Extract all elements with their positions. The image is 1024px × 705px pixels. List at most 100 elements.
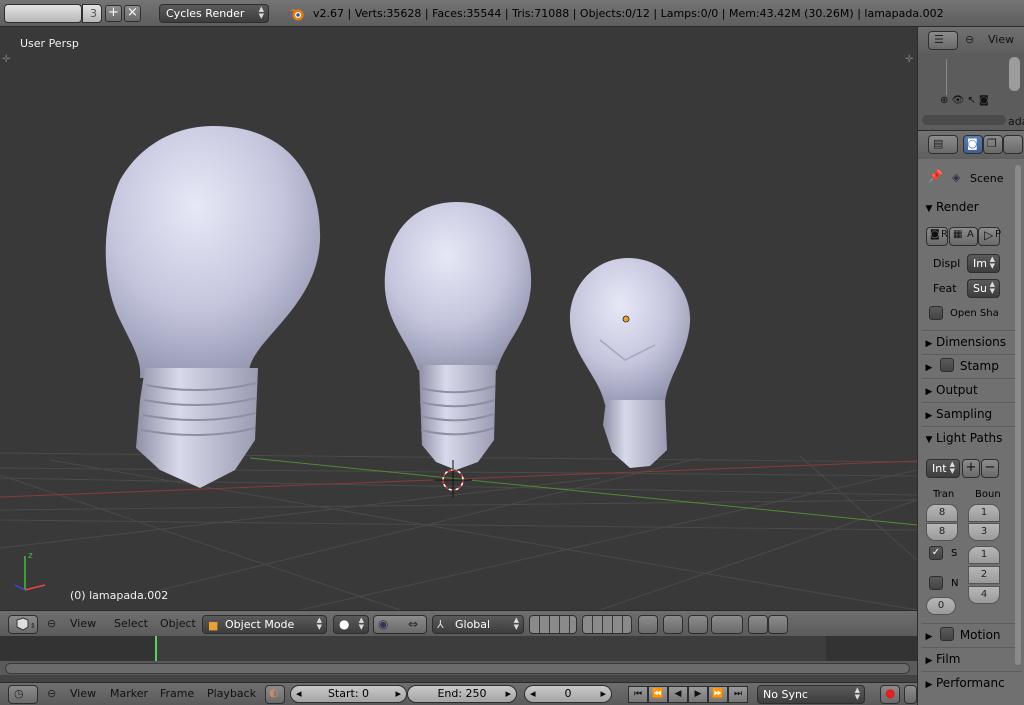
render-animation-button[interactable]: ▦ A	[949, 227, 978, 246]
render-engine-dropdown[interactable]: Cycles Render ▲ ▼	[159, 4, 269, 23]
object-mode-dropdown[interactable]: ■ Object Mode ▲ ▼	[202, 615, 327, 634]
light-paths-panel-header[interactable]: ▼ Light Paths	[922, 427, 1022, 449]
pivot-point-dropdown[interactable]: ◉ ⇔	[373, 615, 427, 634]
outliner-editor-type-button[interactable]: ☰	[928, 31, 958, 50]
transform-orientation-dropdown[interactable]: ⅄ Global ▲ ▼	[432, 615, 524, 634]
jump-keyframe-forward-icon[interactable]: ⏩	[708, 686, 728, 703]
collapse-menu-icon[interactable]: ⊖	[47, 687, 56, 700]
pivot-icon: ◉	[378, 617, 389, 631]
end-frame-field[interactable]: End: 250 ▸	[407, 685, 517, 703]
add-preset-button[interactable]: +	[962, 459, 980, 478]
no-caustics-checkbox[interactable]	[929, 576, 943, 590]
filter-glossy-field[interactable]: 0	[926, 597, 956, 615]
clock-icon: ◷	[14, 687, 24, 700]
render-layers-tab[interactable]: ❐	[983, 135, 1003, 154]
bounces-max-field[interactable]: 1	[968, 504, 1000, 522]
snap-toggle-icon[interactable]	[688, 615, 708, 634]
3d-viewport[interactable]: z ✛ ✛ User Persp (0) lamapada.002	[0, 27, 917, 610]
outliner-view-menu[interactable]: View	[988, 33, 1014, 46]
scene-tab[interactable]	[1003, 135, 1023, 154]
properties-scrollbar[interactable]	[1015, 165, 1021, 665]
viewport-shading-dropdown[interactable]: ● ▲ ▼	[333, 615, 369, 634]
timeline-header: ◷ ⊖ View Marker Frame Playback ◐ ◂ Start…	[0, 682, 917, 705]
manipulator-icon: ⇔	[408, 617, 419, 631]
stamp-checkbox[interactable]	[939, 358, 954, 372]
select-menu[interactable]: Select	[114, 617, 148, 630]
jump-end-icon[interactable]: ⏭	[728, 686, 748, 703]
properties-editor-type-button[interactable]: ▤	[928, 135, 958, 154]
add-scene-button[interactable]: +	[105, 5, 122, 22]
render-still-button[interactable]: ◙ R	[926, 227, 948, 246]
render-camera-icon[interactable]	[748, 615, 768, 634]
collapsed-triangle-icon: ▶	[925, 656, 933, 666]
record-keyframe-button[interactable]: ●	[880, 685, 900, 704]
open-shading-checkbox[interactable]	[929, 306, 943, 320]
motion-blur-checkbox[interactable]	[939, 627, 954, 641]
properties-editor[interactable]: ▤ ◙ ❐ 📌 ◈ Scene ▼ Render ◙ R ▦ A ▷ P Disp…	[917, 131, 1024, 705]
display-dropdown[interactable]: Im ▲ ▼	[967, 254, 1000, 273]
outliner-v-scrollbar[interactable]	[1009, 57, 1020, 91]
object-menu[interactable]: Object	[160, 617, 196, 630]
frame-menu[interactable]: Frame	[160, 687, 194, 700]
record-icon: ●	[885, 686, 896, 700]
outliner-row-text[interactable]: ada	[1008, 115, 1024, 128]
collapsed-triangle-icon: ▶	[925, 411, 933, 421]
timeline-editor-type-button[interactable]: ◷	[8, 685, 38, 704]
outliner-h-scrollbar[interactable]	[922, 115, 1006, 125]
render-context-tab[interactable]: ◙	[963, 135, 983, 154]
transmission-bounces-field[interactable]: 4	[968, 586, 1000, 604]
play-reverse-icon[interactable]: ◀	[668, 686, 688, 703]
camera-icon: ◙	[967, 137, 978, 150]
current-frame-field[interactable]: ◂ 0 ▸	[524, 685, 612, 703]
motion-panel-header[interactable]: ▶ Motion	[922, 624, 1022, 646]
delete-scene-button[interactable]: ×	[124, 5, 141, 22]
editor-type-button[interactable]: ⇕	[8, 615, 38, 634]
bounces-min-field[interactable]: 3	[968, 523, 1000, 541]
stamp-panel-header[interactable]: ▶ Stamp	[922, 355, 1022, 377]
collapse-menu-icon[interactable]: ⊖	[965, 33, 974, 46]
diffuse-bounces-field[interactable]: 1	[968, 546, 1000, 564]
jump-start-icon[interactable]: ⏮	[628, 686, 648, 703]
feature-set-dropdown[interactable]: Su ▲ ▼	[967, 279, 1000, 298]
render-engine-label: Cycles Render	[166, 7, 245, 20]
current-frame-marker[interactable]	[155, 636, 157, 661]
outliner-editor[interactable]: ☰ ⊖ View ⊕ 👁 ↖ ◙ ada	[917, 27, 1024, 131]
remove-preset-button[interactable]: −	[981, 459, 999, 478]
sync-mode-dropdown[interactable]: No Sync ▲ ▼	[757, 685, 865, 704]
performance-panel-header[interactable]: ▶ Performanc	[922, 672, 1022, 694]
keying-set-icon[interactable]: ◐	[265, 685, 285, 704]
layer-buttons-1[interactable]	[529, 615, 577, 634]
scene-name-field[interactable]	[4, 4, 82, 23]
render-animation-icon[interactable]	[768, 615, 788, 634]
playback-menu[interactable]: Playback	[207, 687, 256, 700]
layer-buttons-2[interactable]	[582, 615, 632, 634]
shadows-checkbox[interactable]: ✓	[929, 546, 943, 560]
object-origin-icon	[622, 315, 630, 323]
timeline-scrollbar[interactable]	[5, 663, 910, 674]
keyframe-type-button[interactable]	[904, 685, 917, 704]
transparency-min-field[interactable]: 8	[926, 523, 958, 541]
active-object-label: (0) lamapada.002	[70, 589, 169, 602]
glossy-bounces-field[interactable]: 2	[968, 566, 1000, 584]
proportional-edit-icon[interactable]	[663, 615, 683, 634]
render-panel-header[interactable]: ▼ Render	[922, 196, 1022, 218]
view-menu[interactable]: View	[70, 617, 96, 630]
jump-keyframe-back-icon[interactable]: ⏪	[648, 686, 668, 703]
marker-menu[interactable]: Marker	[110, 687, 148, 700]
timeline-view-menu[interactable]: View	[70, 687, 96, 700]
lock-layers-icon[interactable]	[638, 615, 658, 634]
collapse-menu-icon[interactable]: ⊖	[47, 617, 56, 630]
timeline-editor[interactable]: -40-200204060801001201401601802002202402…	[0, 636, 917, 682]
output-panel-header[interactable]: ▶ Output	[922, 379, 1022, 401]
play-icon[interactable]: ▶	[688, 686, 708, 703]
sampling-panel-header[interactable]: ▶ Sampling	[922, 403, 1022, 425]
pin-icon[interactable]: 📌	[928, 169, 943, 183]
light-bulb-large	[105, 126, 321, 488]
dimensions-panel-header[interactable]: ▶ Dimensions	[922, 331, 1022, 353]
light-paths-preset-dropdown[interactable]: Int ▲ ▼	[926, 459, 960, 478]
snap-element-dropdown[interactable]	[711, 615, 743, 634]
film-panel-header[interactable]: ▶ Film	[922, 648, 1022, 670]
start-frame-field[interactable]: ◂ Start: 0 ▸	[290, 685, 407, 703]
play-rendered-button[interactable]: ▷ P	[978, 227, 1001, 246]
transparency-max-field[interactable]: 8	[926, 504, 958, 522]
